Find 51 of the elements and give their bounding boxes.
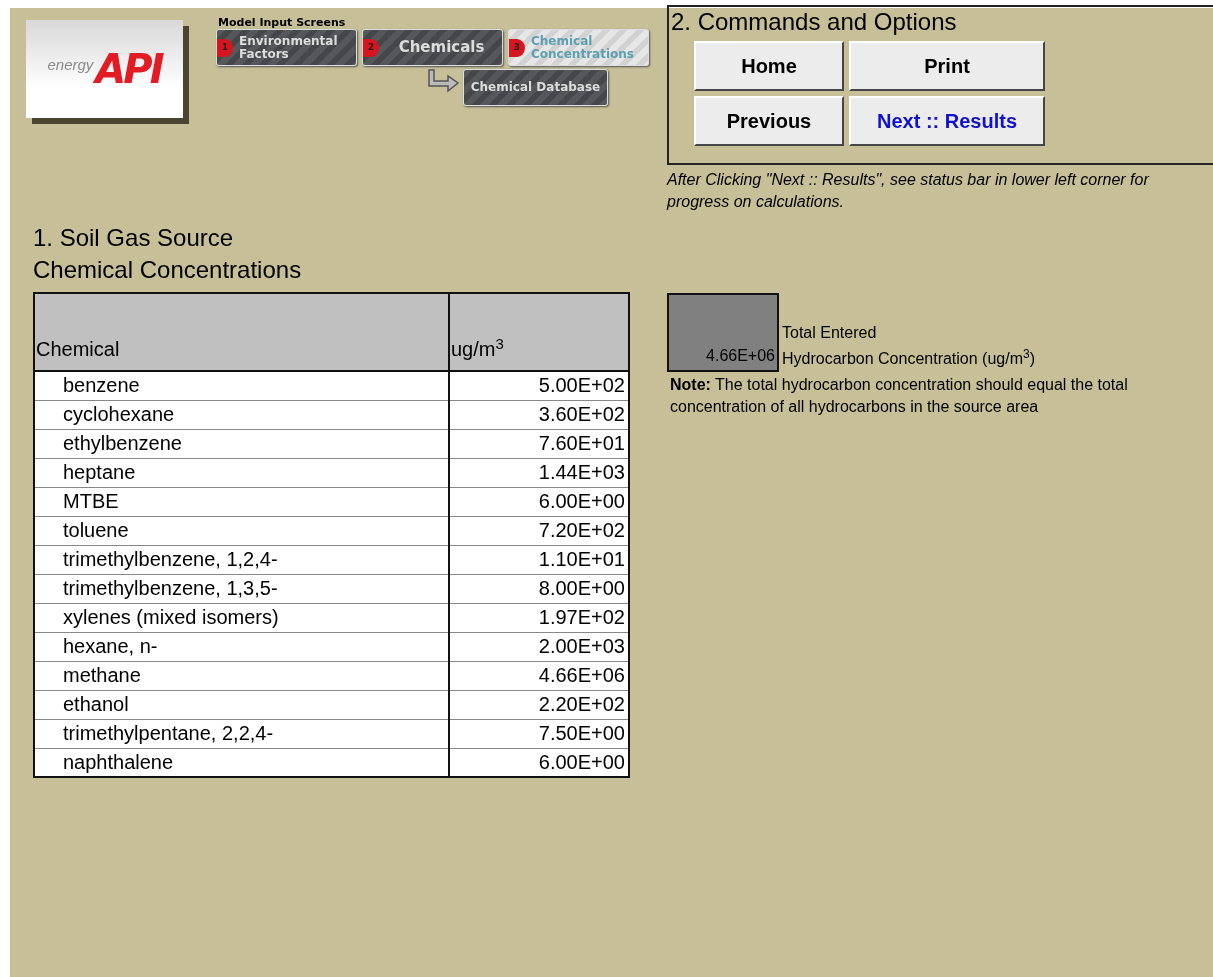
command-button[interactable]: Print <box>849 41 1046 91</box>
section-title: Chemical Concentrations <box>33 255 303 285</box>
column-header: Chemical <box>34 293 449 371</box>
chemical-name: toluene <box>34 516 449 545</box>
concentration-cell: 1.10E+01 <box>449 545 629 574</box>
chemical-name: trimethylpentane, 2,2,4- <box>34 719 449 748</box>
concentration-cell: 6.00E+00 <box>449 487 629 516</box>
chemical-name: ethylbenzene <box>34 429 449 458</box>
step-number: 1 <box>217 38 233 57</box>
note-text: Note: The total hydrocarbon concentration should equal the total concentration of all hydrocarbons in the source area <box>670 375 1129 417</box>
concentration-cell: 4.66E+06 <box>449 661 629 690</box>
concentration-cell: 6.00E+00 <box>449 748 629 777</box>
step-number: 3 <box>509 38 525 57</box>
concentration-cell: 1.97E+02 <box>449 603 629 632</box>
concentration-cell: 7.50E+00 <box>449 719 629 748</box>
chemical-name: heptane <box>34 458 449 487</box>
chemical-name: benzene <box>34 371 449 400</box>
concentration-cell: 8.00E+00 <box>449 574 629 603</box>
chemical-name: naphthalene <box>34 748 449 777</box>
nav-title: Model Input Screens <box>218 16 347 29</box>
chemical-name: methane <box>34 661 449 690</box>
chemical-name: cyclohexane <box>34 400 449 429</box>
concentration-cell: 2.00E+03 <box>449 632 629 661</box>
column-header: ug/m$^{3}$ <box>449 293 629 371</box>
command-button[interactable]: Previous <box>694 96 844 146</box>
chemical-name: trimethylbenzene, 1,2,4- <box>34 545 449 574</box>
panel-title: 2. Commands and Options <box>671 7 958 37</box>
command-button[interactable]: Home <box>694 41 844 91</box>
logo-wordmark: API <box>95 49 162 89</box>
concentration-cell: 3.60E+02 <box>449 400 629 429</box>
chemical-name: MTBE <box>34 487 449 516</box>
concentration-cell: 7.20E+02 <box>449 516 629 545</box>
logo-tagline: energy <box>47 55 94 73</box>
section-title: 1. Soil Gas Source <box>33 223 235 253</box>
chemical-name: ethanol <box>34 690 449 719</box>
nav-tab[interactable]: Chemical Database <box>463 69 608 106</box>
total-label: Hydrocarbon Concentration (ug/m$^{3}$) <box>782 346 1036 369</box>
concentration-cell: 7.60E+01 <box>449 429 629 458</box>
step-number: 2 <box>363 38 379 57</box>
concentration-cell: 1.44E+03 <box>449 458 629 487</box>
concentration-cell: 2.20E+02 <box>449 690 629 719</box>
concentration-cell: 5.00E+02 <box>449 371 629 400</box>
command-button[interactable]: Next :: Results <box>849 96 1046 146</box>
chemical-name: hexane, n- <box>34 632 449 661</box>
chemical-name: xylenes (mixed isomers) <box>34 603 449 632</box>
hint-text: After Clicking "Next :: Results", see status bar in lower left corner for progress on calculations. <box>667 170 1151 212</box>
nav-tab[interactable]: 2 Chemicals <box>362 29 503 66</box>
turn-arrow-icon <box>426 69 460 93</box>
chemical-name: trimethylbenzene, 1,3,5- <box>34 574 449 603</box>
total-label: Total Entered <box>782 323 878 343</box>
total-value: 4.66E+06 <box>667 293 779 372</box>
